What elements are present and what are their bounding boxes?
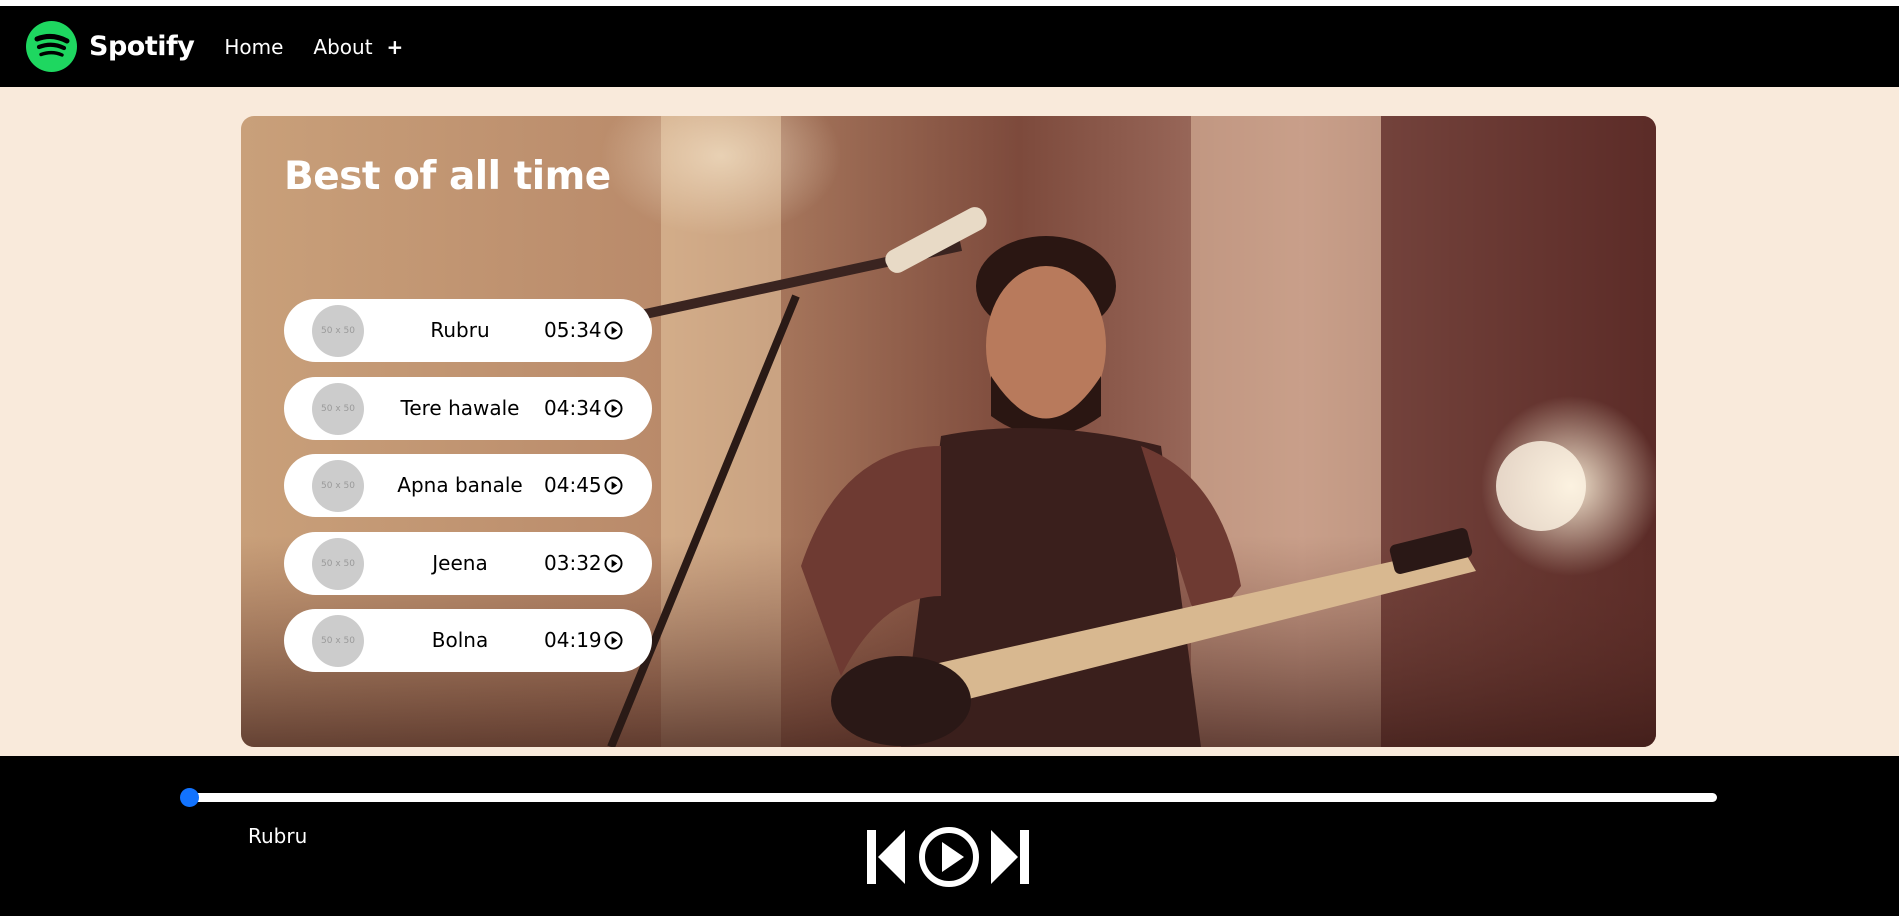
- song-item[interactable]: 50 x 50 Bolna 04:19: [284, 609, 652, 672]
- song-thumbnail: 50 x 50: [312, 538, 364, 590]
- next-icon[interactable]: [990, 829, 1030, 885]
- song-duration: 04:34: [544, 396, 602, 420]
- brand[interactable]: Spotify: [26, 21, 195, 72]
- song-item[interactable]: 50 x 50 Apna banale 04:45: [284, 454, 652, 517]
- playback-controls: [866, 826, 1030, 888]
- plus-icon[interactable]: +: [387, 35, 404, 59]
- progress-bar[interactable]: [189, 793, 1717, 802]
- song-item[interactable]: 50 x 50 Rubru 05:34: [284, 299, 652, 362]
- song-name: Tere hawale: [400, 396, 520, 420]
- song-thumbnail: 50 x 50: [312, 305, 364, 357]
- song-thumbnail: 50 x 50: [312, 460, 364, 512]
- song-name: Bolna: [431, 628, 489, 652]
- play-icon[interactable]: [918, 826, 980, 888]
- navbar: Spotify Home About +: [0, 6, 1899, 87]
- song-duration: 05:34: [544, 318, 602, 342]
- song-duration: 03:32: [544, 551, 602, 575]
- play-circle-icon[interactable]: [604, 399, 623, 418]
- nav-link-about[interactable]: About: [313, 35, 372, 59]
- song-thumbnail: 50 x 50: [312, 383, 364, 435]
- play-circle-icon[interactable]: [604, 554, 623, 573]
- song-name: Jeena: [432, 551, 488, 575]
- song-item[interactable]: 50 x 50 Tere hawale 04:34: [284, 377, 652, 440]
- play-circle-icon[interactable]: [604, 631, 623, 650]
- player-bar: Rubru: [0, 756, 1899, 916]
- progress-slider-handle[interactable]: [180, 788, 199, 807]
- previous-icon[interactable]: [866, 829, 906, 885]
- now-playing-title: Rubru: [248, 824, 308, 848]
- song-name: Apna banale: [397, 473, 523, 497]
- hero-banner: Best of all time 50 x 50 Rubru 05:34 50 …: [241, 116, 1656, 747]
- hero-title: Best of all time: [284, 154, 611, 199]
- song-duration: 04:19: [544, 628, 602, 652]
- spotify-logo-icon: [26, 21, 77, 72]
- play-circle-icon[interactable]: [604, 321, 623, 340]
- song-thumbnail: 50 x 50: [312, 615, 364, 667]
- nav-link-home[interactable]: Home: [224, 35, 283, 59]
- song-duration: 04:45: [544, 473, 602, 497]
- song-item[interactable]: 50 x 50 Jeena 03:32: [284, 532, 652, 595]
- song-name: Rubru: [430, 318, 490, 342]
- brand-name: Spotify: [89, 31, 195, 62]
- play-circle-icon[interactable]: [604, 476, 623, 495]
